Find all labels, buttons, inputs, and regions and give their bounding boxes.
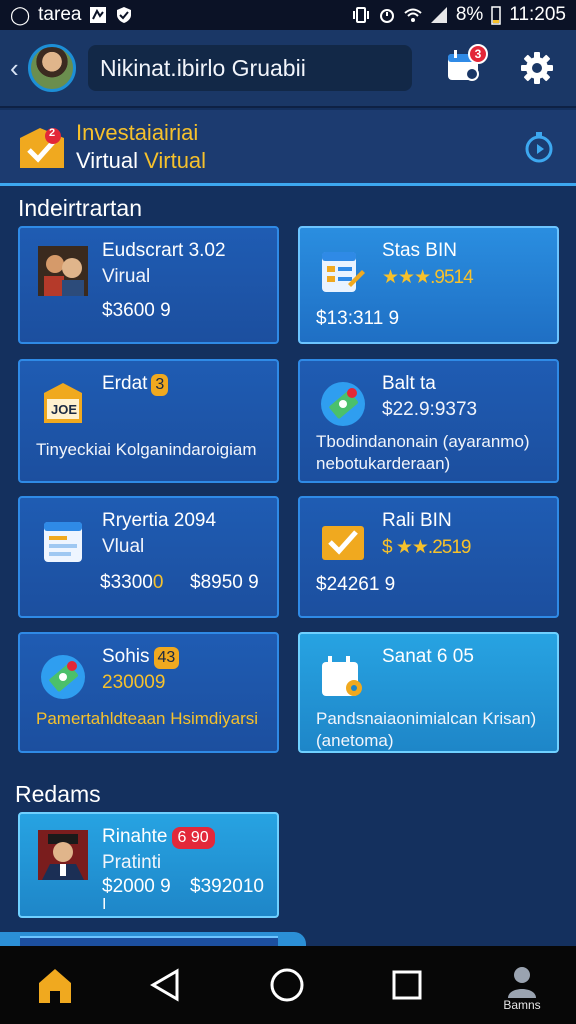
portrait-icon (38, 830, 88, 880)
card-mark: I (102, 896, 107, 913)
check-envelope-icon (318, 516, 368, 566)
app-header: ‹ Nikinat.ibirlo Gruabii (0, 30, 576, 108)
card-title: Sanat 6 05 (382, 646, 474, 667)
profile-label: Bamns (503, 998, 541, 1012)
card-description: Pandsnaiaonimialcan Krisan) (316, 709, 537, 728)
invest-banner[interactable]: 2 Investaiairiai Virtual Virtual (0, 110, 576, 186)
card-price: $2000 9 (102, 876, 171, 897)
card-description: Pamertahldteaan Hsimdiyarsi (36, 709, 259, 728)
recents-button[interactable] (384, 962, 430, 1008)
redeem-card[interactable]: Rinahte 6 90 Pratinti $2000 9 $392010 I (18, 812, 279, 918)
calendar-icon (318, 652, 368, 702)
flag-icon (90, 7, 107, 23)
investment-card[interactable]: Stas BIN ★★★.9514 $13:311 9 (298, 226, 559, 344)
banner-title: Investaiairiai (76, 120, 199, 145)
card-price-main: $3300 (100, 572, 153, 593)
alarm-icon (379, 9, 394, 23)
clock-time: 11:205 (509, 4, 566, 25)
battery-percent: 8% (455, 4, 484, 25)
card-description-line2: nebotukarderaan) (316, 454, 451, 473)
user-avatar[interactable] (28, 44, 76, 92)
carrier-name: tarea (38, 4, 82, 25)
wifi-icon (404, 8, 422, 22)
tag-icon: JOE (38, 379, 88, 429)
banner-subtitle: Virtual Virtual (76, 148, 206, 174)
investment-card[interactable]: Sohis 43 230009 Pamertahldteaan Hsimdiyar… (18, 632, 279, 753)
investment-card[interactable]: Sanat 6 05 Pandsnaiaonimialcan Krisan) (… (298, 632, 559, 753)
settings-button[interactable] (519, 50, 559, 90)
card-count-badge: 3 (151, 374, 169, 396)
calendar-button[interactable]: 3 (446, 44, 488, 88)
card-description: Tbodindanonain (ayaranmo) (316, 432, 530, 451)
timer-icon (525, 132, 553, 163)
investment-card[interactable]: Eudscrart 3.02 Virual $3600 9 (18, 226, 279, 344)
banner-badge: 2 (49, 127, 56, 139)
invest-envelope-icon: 2 (18, 124, 66, 172)
back-button[interactable] (142, 962, 188, 1008)
card-price: $13:311 9 (316, 308, 400, 329)
card-subtitle: Virual (102, 266, 151, 287)
card-subtitle: Vlual (102, 536, 145, 557)
card-count-badge: 6 90 (171, 827, 215, 849)
tag-label: JOE (51, 402, 78, 417)
card-title: Sohis 43 (102, 646, 180, 669)
card-rating: ★★★.9514 (382, 267, 474, 288)
card-subtitle: Pratinti (102, 852, 162, 873)
portrait-icon (38, 246, 88, 296)
card-title: Balt ta (382, 373, 436, 394)
person-icon (508, 967, 536, 998)
home-icon (39, 969, 71, 1003)
card-price: $33000 (100, 572, 163, 594)
back-triangle-icon (150, 968, 179, 1002)
investment-card[interactable]: Balt ta $22.9:9373 Tbodindanonain (ayara… (298, 359, 559, 483)
shield-icon (117, 7, 132, 23)
battery-icon (491, 6, 502, 25)
card-description: Tinyeckiai Kolganindaroigiam (36, 440, 257, 459)
card-price: $3600 9 (102, 300, 171, 321)
card-title: Rryertia 2094 (102, 510, 217, 531)
card-title-text: Sohis (102, 646, 150, 667)
card-price-secondary: $392010 (190, 876, 264, 897)
card-title: Rinahte 6 90 (102, 826, 215, 849)
card-title: Rali BIN (382, 510, 452, 531)
page-title: Nikinat.ibirlo Gruabii (88, 45, 412, 91)
sync-status-icon: ◯ (10, 4, 31, 25)
investment-card[interactable]: Rali BIN $ ★★.2519 $24261 9 (298, 496, 559, 618)
redeems-section-title: Redams (15, 781, 101, 807)
home-button[interactable] (32, 962, 78, 1008)
banner-subtitle-b: Virtual (144, 148, 207, 173)
banner-subtitle-a: Virtual (76, 148, 138, 173)
card-price-digit: 0 (152, 572, 164, 593)
money-tag-icon (38, 652, 88, 702)
card-title: Eudscrart 3.02 (102, 240, 226, 261)
investment-card[interactable]: Rryertia 2094 Vlual $33000 $8950 9 (18, 496, 279, 618)
investment-card[interactable]: JOE Erdat 3 Tinyeckiai Kolganindaroigiam (18, 359, 279, 483)
document-icon (38, 516, 88, 566)
card-title: Erdat 3 (102, 373, 169, 396)
card-title-text: Erdat (102, 373, 148, 394)
gear-icon (521, 52, 553, 84)
card-rating: $ ★★.2519 (382, 537, 471, 558)
card-price-secondary: $8950 9 (190, 572, 259, 593)
home-circle-button[interactable] (264, 962, 310, 1008)
card-count-badge: 43 (153, 647, 180, 669)
vibrate-icon (352, 7, 369, 23)
signal-icon (430, 7, 447, 23)
card-price: $24261 9 (316, 574, 396, 595)
timer-button[interactable] (522, 130, 556, 164)
card-description-line2: (anetoma) (316, 731, 394, 750)
card-subtitle: $22.9:9373 (382, 399, 478, 420)
checklist-icon (318, 246, 368, 296)
investments-section-title: Indeirtrartan (18, 195, 143, 221)
card-title-text: Rinahte (102, 826, 168, 847)
money-tag-icon (318, 379, 368, 429)
card-title: Stas BIN (382, 240, 457, 261)
home-circle-icon (270, 968, 304, 1002)
card-subtitle: 230009 (102, 672, 166, 693)
status-bar: ◯ tarea 8% 11:205 (0, 0, 576, 30)
calendar-badge: 3 (468, 44, 488, 64)
back-chevron-icon[interactable]: ‹ (10, 53, 26, 84)
recents-square-icon (392, 970, 422, 1000)
